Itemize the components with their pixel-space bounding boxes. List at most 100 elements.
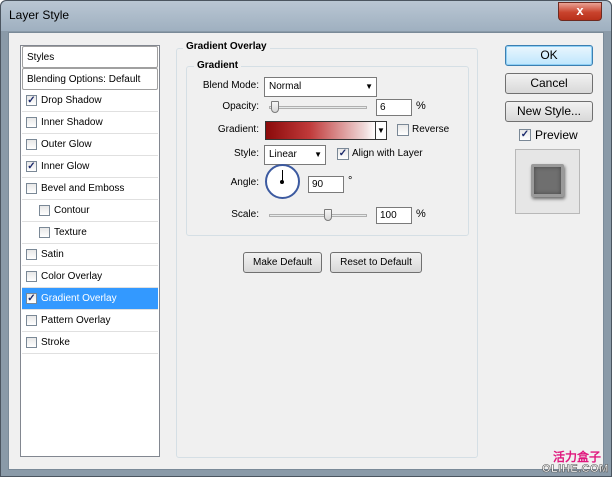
style-item-label: Inner Shadow: [41, 117, 103, 128]
gradient-preview-bar[interactable]: [265, 121, 376, 140]
style-select[interactable]: Linear ▼: [264, 145, 326, 165]
style-item-label: Gradient Overlay: [41, 293, 117, 304]
style-item-pattern-overlay[interactable]: Pattern Overlay: [22, 310, 158, 332]
style-item-checkbox[interactable]: [39, 227, 50, 238]
new-style-label: New Style...: [516, 104, 582, 118]
window-title: Layer Style: [9, 8, 70, 22]
close-button[interactable]: x: [558, 2, 602, 21]
opacity-value: 6: [380, 102, 386, 113]
style-item-label: Texture: [54, 227, 87, 238]
opacity-slider-handle[interactable]: [270, 101, 279, 113]
preview-label: Preview: [535, 128, 578, 142]
ok-button[interactable]: OK: [505, 45, 593, 66]
style-item-label: Pattern Overlay: [41, 315, 111, 326]
scale-slider-track[interactable]: [269, 214, 367, 217]
style-item-satin[interactable]: Satin: [22, 244, 158, 266]
style-item-checkbox[interactable]: [26, 337, 37, 348]
gradient-label: Gradient:: [217, 124, 259, 135]
style-item-checkbox[interactable]: ✓: [26, 161, 37, 172]
check-icon: ✓: [520, 129, 530, 140]
opacity-slider-track[interactable]: [269, 106, 367, 109]
style-item-inner-glow[interactable]: ✓ Inner Glow: [22, 156, 158, 178]
style-item-checkbox[interactable]: [26, 315, 37, 326]
style-item-texture[interactable]: Texture: [22, 222, 158, 244]
style-item-checkbox[interactable]: [26, 183, 37, 194]
cancel-button[interactable]: Cancel: [505, 73, 593, 94]
style-item-checkbox[interactable]: [39, 205, 50, 216]
style-item-checkbox[interactable]: [26, 271, 37, 282]
styles-header[interactable]: Styles: [22, 46, 158, 68]
style-preview-swatch: [531, 164, 564, 197]
style-item-label: Bevel and Emboss: [41, 183, 125, 194]
style-item-contour[interactable]: Contour: [22, 200, 158, 222]
new-style-button[interactable]: New Style...: [505, 101, 593, 122]
style-item-label: Inner Glow: [41, 161, 90, 172]
style-item-label: Outer Glow: [41, 139, 92, 150]
preview-checkbox[interactable]: ✓: [519, 129, 531, 141]
blend-mode-label: Blend Mode:: [202, 80, 259, 91]
gradient-overlay-group: Gradient Overlay Gradient Blend Mode: No…: [176, 41, 478, 458]
style-preview-thumbnail: [515, 149, 580, 214]
reset-to-default-label: Reset to Default: [340, 257, 412, 268]
style-item-checkbox[interactable]: [26, 249, 37, 260]
angle-dial-center: [280, 180, 284, 184]
scale-field[interactable]: 100: [376, 207, 412, 224]
scale-value: 100: [380, 210, 397, 221]
style-item-bevel-and-emboss[interactable]: Bevel and Emboss: [22, 178, 158, 200]
style-item-label: Satin: [41, 249, 64, 260]
style-item-label: Color Overlay: [41, 271, 103, 282]
title-bar[interactable]: Layer Style x: [1, 1, 611, 31]
angle-label: Angle:: [230, 177, 259, 188]
align-with-layer-checkbox[interactable]: ✓: [337, 148, 349, 160]
angle-field[interactable]: 90: [308, 176, 344, 193]
chevron-down-icon: ▼: [365, 82, 373, 91]
reverse-label: Reverse: [412, 124, 450, 135]
style-item-drop-shadow[interactable]: ✓ Drop Shadow: [22, 90, 158, 112]
style-value: Linear: [269, 149, 297, 160]
check-icon: ✓: [338, 148, 348, 159]
style-item-checkbox[interactable]: ✓: [26, 95, 37, 106]
style-item-inner-shadow[interactable]: Inner Shadow: [22, 112, 158, 134]
gradient-subgroup-title: Gradient: [194, 60, 242, 71]
gradient-overlay-title: Gradient Overlay: [183, 41, 270, 52]
style-item-checkbox[interactable]: ✓: [26, 293, 37, 304]
check-icon: ✓: [27, 161, 36, 172]
angle-value: 90: [312, 179, 324, 190]
check-icon: ✓: [27, 293, 36, 304]
chevron-down-icon: ▼: [314, 150, 322, 159]
opacity-label: Opacity:: [222, 101, 259, 112]
make-default-label: Make Default: [253, 257, 312, 268]
gradient-picker-dropdown[interactable]: ▼: [375, 121, 387, 140]
opacity-unit: %: [416, 100, 426, 112]
layer-style-dialog: Layer Style x Styles Blending Options: D…: [0, 0, 612, 477]
chevron-down-icon: ▼: [377, 126, 385, 135]
angle-unit: °: [348, 175, 353, 187]
make-default-button[interactable]: Make Default: [243, 252, 322, 273]
gradient-subgroup: Gradient Blend Mode: Normal ▼ Opacity: 6…: [186, 60, 469, 236]
style-item-checkbox[interactable]: [26, 117, 37, 128]
scale-unit: %: [416, 208, 426, 220]
dialog-client-area: Styles Blending Options: Default ✓ Drop Sh…: [8, 32, 604, 470]
style-item-outer-glow[interactable]: Outer Glow: [22, 134, 158, 156]
blend-mode-select[interactable]: Normal ▼: [264, 77, 377, 97]
style-item-checkbox[interactable]: [26, 139, 37, 150]
close-icon: x: [576, 3, 584, 18]
style-item-label: Drop Shadow: [41, 95, 102, 106]
style-item-stroke[interactable]: Stroke: [22, 332, 158, 354]
opacity-field[interactable]: 6: [376, 99, 412, 116]
style-label: Style:: [233, 148, 259, 159]
styles-header-label: Styles: [27, 52, 55, 63]
style-item-blending-options-default[interactable]: Blending Options: Default: [22, 68, 158, 90]
angle-dial[interactable]: [265, 164, 300, 199]
align-with-layer-label: Align with Layer: [352, 148, 423, 159]
style-item-label: Contour: [54, 205, 90, 216]
ok-label: OK: [540, 48, 558, 62]
scale-label: Scale:: [231, 209, 259, 220]
reverse-checkbox[interactable]: [397, 124, 409, 136]
check-icon: ✓: [27, 95, 36, 106]
scale-slider-handle[interactable]: [323, 209, 332, 221]
reset-to-default-button[interactable]: Reset to Default: [330, 252, 422, 273]
style-item-label: Stroke: [41, 337, 70, 348]
style-item-gradient-overlay[interactable]: ✓ Gradient Overlay: [22, 288, 158, 310]
style-item-color-overlay[interactable]: Color Overlay: [22, 266, 158, 288]
